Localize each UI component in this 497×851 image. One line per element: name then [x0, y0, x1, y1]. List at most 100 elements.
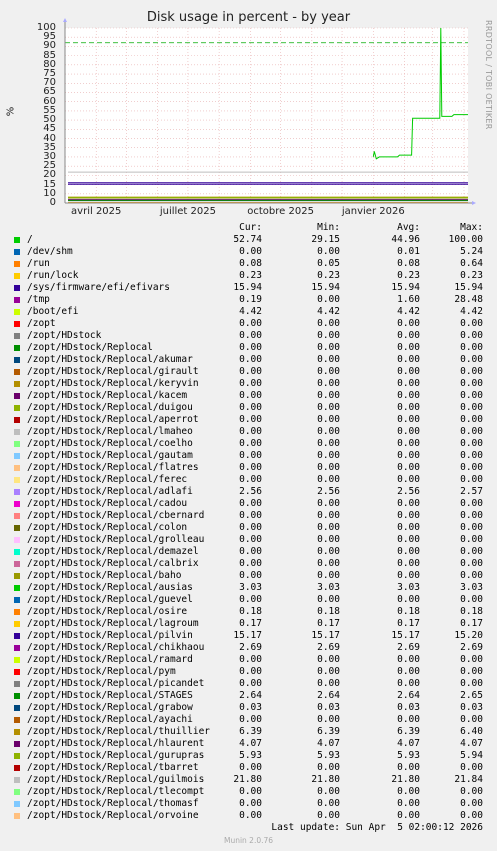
legend-series-name: /zopt/HDstock/Replocal/coelho: [27, 438, 193, 449]
legend-value-min: 0.00: [317, 402, 340, 413]
legend-swatch: [14, 513, 20, 519]
legend-value-min: 0.00: [317, 450, 340, 461]
y-axis-arrow: [63, 18, 67, 22]
legend-value-cur: 0.00: [239, 378, 262, 389]
legend-value-cur: 15.94: [233, 282, 262, 293]
legend-value-min: 0.00: [317, 594, 340, 605]
legend-value-min: 0.00: [317, 378, 340, 389]
legend-value-max: 4.07: [460, 738, 483, 749]
legend-value-cur: 0.00: [239, 462, 262, 473]
legend-swatch: [14, 249, 20, 255]
legend-value-cur: 0.00: [239, 474, 262, 485]
legend-swatch: [14, 621, 20, 627]
legend-series-name: /zopt/HDstock/Replocal/tlecompt: [27, 786, 205, 797]
legend-value-avg: 4.42: [397, 306, 420, 317]
legend-value-avg: 0.00: [397, 654, 420, 665]
legend-value-min: 0.18: [317, 606, 340, 617]
legend-row: /zopt/HDstock/Replocal/grabow 0.03 0.03 0.0…: [0, 702, 497, 714]
legend-value-avg: 0.00: [397, 330, 420, 341]
legend-value-cur: 2.56: [239, 486, 262, 497]
legend-value-avg: 0.00: [397, 594, 420, 605]
legend-value-max: 0.00: [460, 462, 483, 473]
legend-value-avg: 0.00: [397, 426, 420, 437]
legend-swatch: [14, 297, 20, 303]
legend-series-name: /dev/shm: [27, 246, 73, 257]
legend-swatch: [14, 657, 20, 663]
legend-value-min: 0.00: [317, 246, 340, 257]
legend-value-cur: 0.00: [239, 522, 262, 533]
legend-value-avg: 0.00: [397, 366, 420, 377]
legend-value-cur: 0.00: [239, 510, 262, 521]
legend-series-name: /zopt/HDstock/Replocal/picandet: [27, 678, 205, 689]
legend-value-min: 4.42: [317, 306, 340, 317]
legend-swatch: [14, 441, 20, 447]
legend-series-name: /zopt/HDstock/Replocal: [27, 342, 153, 353]
legend-value-max: 0.00: [460, 546, 483, 557]
legend-value-cur: 4.42: [239, 306, 262, 317]
legend-value-avg: 15.17: [391, 630, 420, 641]
legend-value-avg: 0.00: [397, 402, 420, 413]
legend-row: /zopt/HDstock/Replocal/guilmois 21.80 21.8…: [0, 774, 497, 786]
legend-series-name: /zopt/HDstock/Replocal/thomasf: [27, 798, 199, 809]
legend-row: /run/lock 0.23 0.23 0.23 0.23: [0, 270, 497, 282]
legend-value-cur: 0.00: [239, 246, 262, 257]
legend-value-max: 0.03: [460, 702, 483, 713]
legend-value-max: 0.64: [460, 258, 483, 269]
legend-value-max: 5.94: [460, 750, 483, 761]
legend-value-cur: 4.07: [239, 738, 262, 749]
legend-series-name: /zopt/HDstock/Replocal/pym: [27, 666, 176, 677]
legend-value-cur: 0.00: [239, 570, 262, 581]
legend-value-min: 0.00: [317, 294, 340, 305]
legend-value-cur: 0.00: [239, 714, 262, 725]
col-header-max: Max:: [460, 222, 483, 233]
legend-row: / 52.74 29.15 44.96 100.00: [0, 234, 497, 246]
legend-value-cur: 0.00: [239, 342, 262, 353]
legend-row: /zopt/HDstock/Replocal/flatres 0.00 0.00 0.…: [0, 462, 497, 474]
legend-value-cur: 0.00: [239, 450, 262, 461]
legend-value-min: 0.00: [317, 330, 340, 341]
legend-value-min: 0.00: [317, 522, 340, 533]
legend-row: /zopt/HDstock/Replocal/baho 0.00 0.00 0.00 0…: [0, 570, 497, 582]
legend-value-max: 0.00: [460, 402, 483, 413]
legend-value-avg: 0.00: [397, 342, 420, 353]
legend-value-avg: 0.00: [397, 438, 420, 449]
legend-value-max: 28.48: [454, 294, 483, 305]
legend-value-cur: 0.18: [239, 606, 262, 617]
last-update: Last update: Sun Apr 5 02:00:12 2026: [271, 822, 483, 833]
legend-value-min: 0.00: [317, 474, 340, 485]
legend-value-max: 0.00: [460, 810, 483, 821]
legend-value-avg: 0.00: [397, 558, 420, 569]
legend-row: /zopt 0.00 0.00 0.00 0.00: [0, 318, 497, 330]
legend-value-avg: 0.17: [397, 618, 420, 629]
legend-value-cur: 3.03: [239, 582, 262, 593]
legend-value-max: 0.00: [460, 678, 483, 689]
legend-value-cur: 0.00: [239, 810, 262, 821]
legend-row: /zopt/HDstock/Replocal/picandet 0.00 0.00 0…: [0, 678, 497, 690]
legend-value-max: 3.03: [460, 582, 483, 593]
legend-swatch: [14, 765, 20, 771]
legend-value-cur: 0.00: [239, 546, 262, 557]
legend-swatch: [14, 261, 20, 267]
legend-row: /zopt/HDstock/Replocal/pym 0.00 0.00 0.00 0.…: [0, 666, 497, 678]
legend-series-name: /zopt/HDstock/Replocal/chikhaou: [27, 642, 205, 653]
legend-value-avg: 0.00: [397, 678, 420, 689]
legend-value-cur: 2.64: [239, 690, 262, 701]
legend-value-max: 0.00: [460, 558, 483, 569]
legend-value-max: 0.00: [460, 390, 483, 401]
legend-value-avg: 21.80: [391, 774, 420, 785]
legend-value-cur: 0.00: [239, 354, 262, 365]
legend-swatch: [14, 729, 20, 735]
legend-swatch: [14, 813, 20, 819]
legend-swatch: [14, 465, 20, 471]
x-axis-arrow: [472, 201, 476, 205]
legend-swatch: [14, 537, 20, 543]
legend-value-min: 2.64: [317, 690, 340, 701]
legend-value-min: 0.00: [317, 798, 340, 809]
legend-swatch: [14, 525, 20, 531]
legend-row: /zopt/HDstock/Replocal/aperrot 0.00 0.00 0.…: [0, 414, 497, 426]
legend-swatch: [14, 561, 20, 567]
legend-row: /zopt/HDstock/Replocal/osire 0.18 0.18 0.18…: [0, 606, 497, 618]
legend-value-avg: 3.03: [397, 582, 420, 593]
legend-value-max: 0.00: [460, 342, 483, 353]
legend-series-name: /zopt/HDstock/Replocal/aperrot: [27, 414, 199, 425]
